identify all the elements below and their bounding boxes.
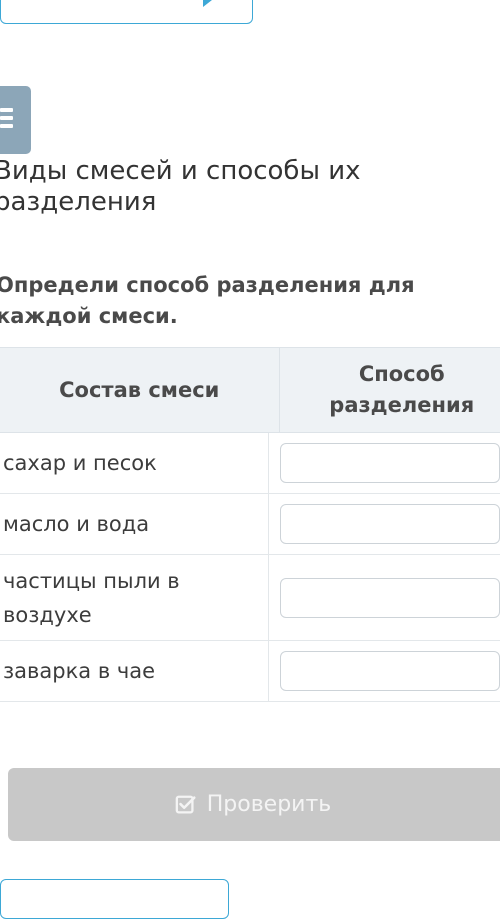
mixture-cell: заварка в чае [0, 641, 269, 701]
table-row: заварка в чае [0, 641, 500, 702]
table-row: масло и вода [0, 494, 500, 555]
answer-input[interactable] [280, 443, 500, 483]
answer-table: Состав смеси Способ разделения сахар и п… [0, 347, 500, 702]
answer-input[interactable] [280, 504, 500, 544]
task-instruction: Определи способ разделения для каждой см… [0, 273, 415, 328]
lesson-title: Виды смесей и способы их разделения [0, 156, 361, 217]
arrow-right-icon [203, 0, 212, 7]
table-row: частицы пыли в воздухе [0, 555, 500, 641]
hamburger-icon [0, 108, 13, 132]
answer-input[interactable] [280, 577, 500, 618]
table-row: сахар и песок [0, 433, 500, 494]
check-button-label: Проверить [206, 792, 332, 817]
checkbox-check-icon [175, 795, 196, 813]
table-header: Состав смеси Способ разделения [0, 347, 500, 433]
previous-nav-button[interactable] [0, 0, 253, 24]
answer-input[interactable] [280, 651, 500, 691]
header-method: Способ разделения [329, 362, 475, 417]
mixture-cell: масло и вода [0, 494, 269, 554]
header-mixture: Состав смеси [0, 348, 280, 432]
next-nav-button[interactable] [0, 879, 229, 919]
mixture-cell: сахар и песок [0, 433, 269, 493]
check-button[interactable]: Проверить [8, 768, 500, 841]
mixture-cell: частицы пыли в воздухе [0, 555, 269, 640]
menu-button[interactable] [0, 86, 31, 154]
